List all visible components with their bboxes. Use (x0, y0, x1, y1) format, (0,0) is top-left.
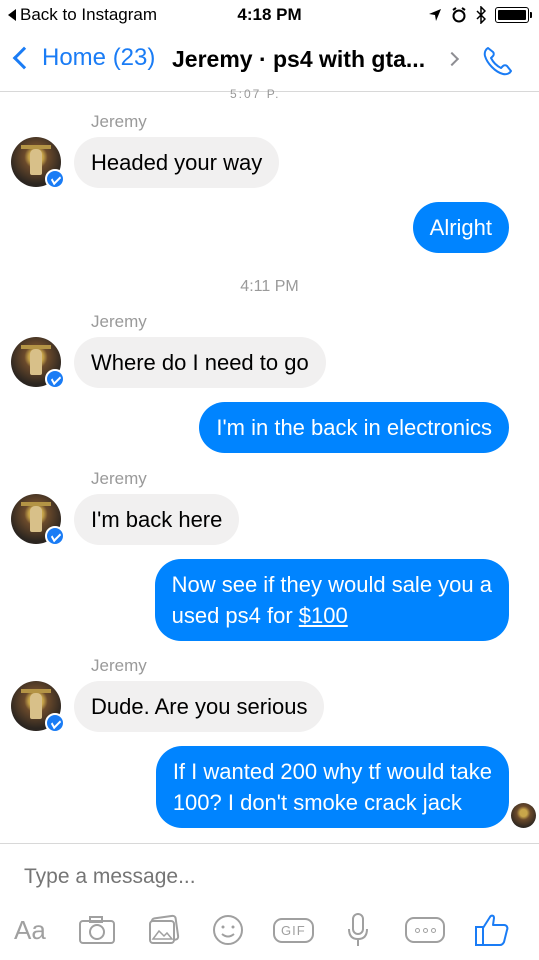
message-line: Now see if they would sale you a (171, 572, 492, 597)
more-icon[interactable] (405, 910, 445, 950)
incoming-message[interactable]: Dude. Are you serious (74, 681, 325, 732)
location-arrow-icon (429, 9, 441, 21)
incoming-message[interactable]: Headed your way (74, 137, 280, 188)
outgoing-message[interactable]: I'm in the back in electronics (199, 402, 509, 453)
bluetooth-icon (476, 6, 486, 24)
composer: Aa GIF (0, 843, 539, 960)
incoming-message[interactable]: Where do I need to go (74, 337, 326, 388)
message-thread[interactable]: 5:07 P. Jeremy Headed your way Alright 4… (0, 87, 539, 843)
camera-icon[interactable] (78, 910, 116, 950)
conversation-title[interactable]: Jeremy · ps4 with gta... (172, 46, 425, 73)
message-line: If I wanted 200 why tf would take (172, 759, 492, 784)
message-input[interactable] (24, 865, 504, 889)
message-line: 100? I don't smoke crack jack (172, 790, 462, 815)
chevron-left-icon (12, 46, 36, 70)
phone-call-icon[interactable] (481, 44, 515, 78)
outgoing-message[interactable]: If I wanted 200 why tf would take 100? I… (155, 746, 509, 828)
messenger-badge-icon (45, 713, 65, 733)
message-text: used ps4 for (171, 603, 299, 628)
messenger-badge-icon (45, 526, 65, 546)
messenger-badge-icon (45, 169, 65, 189)
sender-name: Jeremy (91, 112, 147, 131)
timestamp: 4:11 PM (240, 278, 299, 295)
microphone-icon[interactable] (346, 910, 370, 950)
sender-name: Jeremy (91, 469, 147, 488)
status-icons (428, 6, 532, 24)
photo-gallery-icon[interactable] (147, 910, 181, 950)
previous-timestamp-fragment: 5:07 P. (230, 87, 281, 101)
like-icon[interactable] (474, 910, 510, 950)
emoji-icon[interactable] (212, 910, 244, 950)
home-back-label: Home (23) (42, 44, 156, 71)
sender-name: Jeremy (91, 312, 147, 331)
outgoing-message[interactable]: Now see if they would sale you a used ps… (154, 559, 509, 641)
outgoing-message[interactable]: Alright (412, 202, 509, 253)
composer-toolbar: Aa GIF (0, 910, 539, 950)
amount-link[interactable]: $100 (299, 603, 348, 628)
conversation-header: Home (23) Jeremy · ps4 with gta... (0, 30, 539, 92)
seen-avatar (511, 803, 536, 828)
battery-icon (495, 7, 532, 23)
chevron-right-icon[interactable] (444, 51, 460, 67)
alarm-icon (452, 7, 466, 23)
incoming-message[interactable]: I'm back here (74, 494, 240, 545)
aa-button[interactable]: Aa (14, 910, 46, 950)
home-back-button[interactable]: Home (23) (10, 44, 155, 72)
status-bar: Back to Instagram 4:18 PM (0, 0, 539, 30)
gif-button[interactable]: GIF (273, 910, 314, 950)
gif-label: GIF (273, 917, 314, 943)
message-line: used ps4 for $100 (172, 600, 492, 631)
messenger-badge-icon (45, 369, 65, 389)
sender-name: Jeremy (91, 656, 147, 675)
